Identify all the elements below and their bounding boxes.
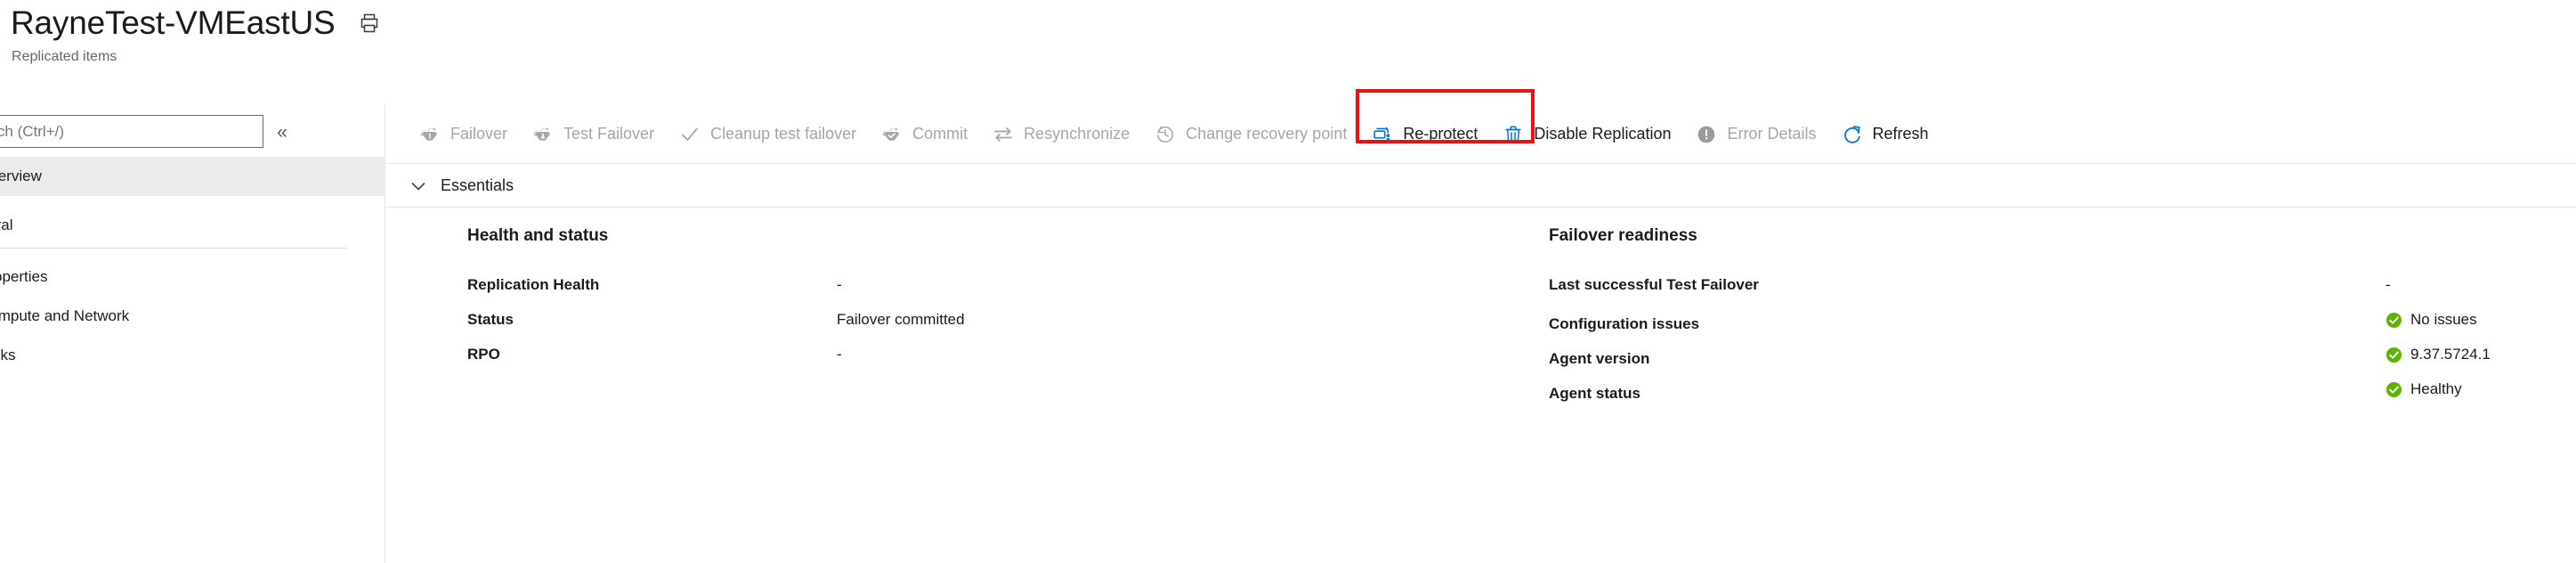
sidebar-nav-list: Overview General Properties Compute and …	[0, 157, 385, 375]
agent-status-row: Agent status Healthy	[1549, 380, 2537, 408]
sidebar-divider	[0, 248, 347, 249]
chevron-down-icon[interactable]	[407, 175, 430, 198]
last-successful-test-failover-row: Last successful Test Failover -	[1549, 276, 2537, 304]
agent-status-value-wrap: Healthy	[2386, 380, 2462, 398]
clock-history-icon	[1154, 124, 1176, 145]
resynchronize-button[interactable]: Resynchronize	[980, 114, 1142, 155]
failover-button[interactable]: Failover	[407, 114, 520, 155]
refresh-label: Refresh	[1872, 125, 1929, 143]
replication-health-row: Replication Health -	[467, 276, 1402, 304]
re-protect-icon	[1372, 124, 1393, 145]
sidebar-item-label: Properties	[0, 268, 48, 285]
status-ok-icon	[2386, 347, 2402, 363]
failover-readiness-heading: Failover readiness	[1549, 226, 1697, 245]
rpo-row: RPO -	[467, 346, 1402, 373]
sidebar-search-row: «	[0, 105, 385, 160]
sidebar: « Overview General Properties Compute an…	[0, 105, 385, 563]
sidebar-item-compute-and-network[interactable]: Compute and Network	[0, 297, 385, 336]
change-recovery-point-button[interactable]: Change recovery point	[1142, 114, 1359, 155]
disable-replication-button[interactable]: Disable Replication	[1490, 114, 1683, 155]
sidebar-item-label: Overview	[0, 167, 42, 184]
print-icon[interactable]	[358, 12, 381, 35]
checkmark-icon	[679, 124, 701, 145]
page-header: RayneTest-VMEastUS Replicated items	[0, 0, 2576, 105]
error-details-label: Error Details	[1727, 125, 1817, 143]
agent-version-value-wrap: 9.37.5724.1	[2386, 346, 2491, 363]
status-row: Status Failover committed	[467, 311, 1402, 339]
sidebar-item-properties[interactable]: Properties	[0, 257, 385, 297]
re-protect-button[interactable]: Re-protect	[1359, 114, 1490, 155]
configuration-issues-row: Configuration issues No issues	[1549, 311, 2537, 339]
test-failover-label: Test Failover	[563, 125, 655, 143]
refresh-button[interactable]: Refresh	[1829, 114, 1941, 155]
status-ok-icon	[2386, 312, 2402, 329]
replication-health-value: -	[837, 276, 842, 293]
agent-version-value: 9.37.5724.1	[2410, 346, 2491, 363]
agent-status-value: Healthy	[2410, 380, 2462, 397]
change-recovery-point-label: Change recovery point	[1186, 125, 1348, 143]
error-circle-icon	[1696, 124, 1717, 145]
sidebar-group-general: General	[0, 196, 385, 237]
last-successful-test-failover-label: Last successful Test Failover	[1549, 276, 1759, 293]
resynchronize-icon	[992, 124, 1014, 145]
test-failover-icon	[532, 124, 554, 145]
cleanup-test-failover-label: Cleanup test failover	[710, 125, 857, 143]
page-title: RayneTest-VMEastUS	[11, 4, 336, 41]
essentials-body: Health and status Replication Health - S…	[385, 208, 2576, 563]
replication-health-label: Replication Health	[467, 276, 600, 293]
status-label: Status	[467, 311, 514, 328]
sidebar-item-overview[interactable]: Overview	[0, 157, 385, 196]
essentials-bar[interactable]: Essentials	[385, 165, 2576, 208]
agent-version-label: Agent version	[1549, 349, 1650, 367]
sidebar-group-label: General	[0, 216, 13, 233]
health-and-status-heading: Health and status	[467, 226, 609, 245]
commit-label: Commit	[912, 125, 968, 143]
test-failover-button[interactable]: Test Failover	[520, 114, 667, 155]
command-toolbar: Failover Test Failover Cleanup test fail…	[385, 88, 2576, 164]
rpo-label: RPO	[467, 346, 500, 363]
agent-status-label: Agent status	[1549, 384, 1640, 402]
last-successful-test-failover-value: -	[2386, 276, 2391, 293]
page-subtitle: Replicated items	[12, 49, 117, 64]
failover-icon	[419, 124, 441, 145]
search-input[interactable]	[0, 115, 263, 148]
configuration-issues-value-wrap: No issues	[2386, 311, 2477, 329]
trash-icon	[1503, 124, 1524, 145]
disable-replication-label: Disable Replication	[1534, 125, 1672, 143]
failover-label: Failover	[450, 125, 508, 143]
failover-readiness-column: Failover readiness Last successful Test …	[1549, 208, 2537, 415]
status-value: Failover committed	[837, 311, 965, 328]
configuration-issues-value: No issues	[2410, 311, 2477, 328]
sidebar-item-label: Compute and Network	[0, 307, 130, 324]
configuration-issues-label: Configuration issues	[1549, 314, 1700, 332]
re-protect-wrapper: Re-protect	[1356, 88, 1535, 155]
cleanup-test-failover-button[interactable]: Cleanup test failover	[667, 114, 869, 155]
commit-button[interactable]: Commit	[869, 114, 980, 155]
commit-icon	[881, 124, 903, 145]
sidebar-item-label: Disks	[0, 347, 16, 363]
rpo-value: -	[837, 346, 842, 363]
error-details-button[interactable]: Error Details	[1683, 114, 1828, 155]
health-and-status-column: Health and status Replication Health - S…	[467, 208, 1402, 380]
title-row: RayneTest-VMEastUS	[11, 4, 381, 43]
refresh-icon	[1842, 124, 1863, 145]
resynchronize-label: Resynchronize	[1024, 125, 1130, 143]
essentials-label[interactable]: Essentials	[441, 176, 514, 195]
agent-version-row: Agent version 9.37.5724.1	[1549, 346, 2537, 373]
sidebar-item-disks[interactable]: Disks	[0, 336, 385, 375]
status-ok-icon	[2386, 381, 2402, 398]
re-protect-label: Re-protect	[1403, 125, 1478, 143]
collapse-sidebar-icon[interactable]: «	[270, 121, 295, 143]
